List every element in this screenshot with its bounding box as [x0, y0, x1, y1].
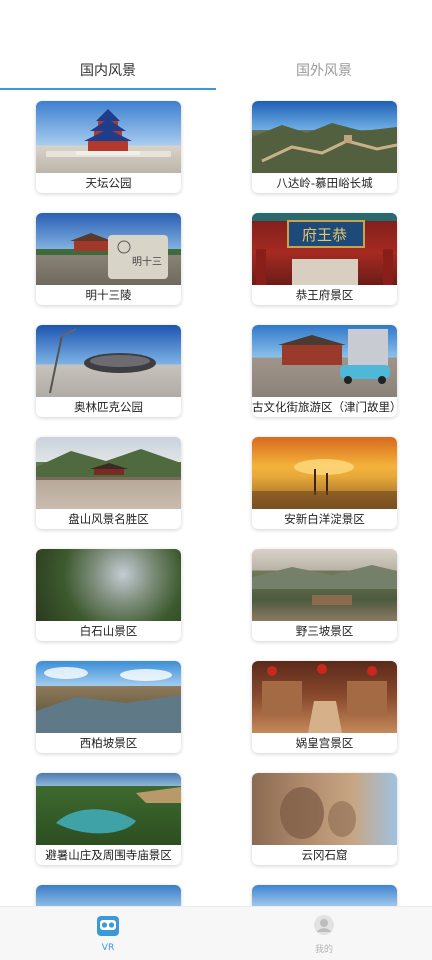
scenic-thumbnail: [36, 437, 181, 509]
scenic-thumbnail: [252, 773, 397, 845]
scenic-card-olympic-park[interactable]: 奥林匹克公园: [36, 325, 181, 417]
scenic-name: 奥林匹克公园: [74, 400, 143, 414]
scenic-thumbnail: [36, 325, 181, 397]
svg-text:明十三: 明十三: [132, 255, 162, 268]
scenic-card-xibaipo[interactable]: 西柏坡景区: [36, 661, 181, 753]
user-avatar-icon: [313, 914, 335, 940]
scenic-thumbnail: 明十三: [36, 213, 181, 285]
scenic-card-yesanpo[interactable]: 野三坡景区: [252, 549, 397, 641]
scenic-card-ming-tombs[interactable]: 明十三 明十三陵: [36, 213, 181, 305]
scenic-card-panshan[interactable]: 盘山风景名胜区: [36, 437, 181, 529]
scenic-name: 野三坡景区: [295, 624, 354, 638]
svg-text:府王恭: 府王恭: [302, 226, 347, 244]
scenic-name: 明十三陵: [85, 288, 132, 302]
scenic-card-partial-right[interactable]: [252, 885, 397, 906]
scenic-thumbnail: [252, 325, 397, 397]
scenic-card-yungang-grottoes[interactable]: 云冈石窟: [252, 773, 397, 865]
scenic-thumbnail: [36, 773, 181, 845]
scenic-card-baiyangdian[interactable]: 安新白洋淀景区: [252, 437, 397, 529]
scenic-thumbnail: [252, 437, 397, 509]
scenic-thumbnail: [36, 661, 181, 733]
scenic-name: 天坛公园: [85, 176, 132, 190]
app-screen: { "tabs": [ {"label": "国内风景", "active": …: [0, 0, 432, 960]
nav-profile[interactable]: 我的: [216, 907, 432, 960]
bottom-navigation: VR 我的: [0, 906, 432, 960]
scenic-name: 娲皇宫景区: [295, 736, 354, 750]
scenic-thumbnail: [36, 101, 181, 173]
scenic-name: 恭王府景区: [295, 288, 354, 302]
scenic-card-baishishan[interactable]: 白石山景区: [36, 549, 181, 641]
scenic-spot-grid: 天坛公园 八达岭-慕田峪长城 明十三 明十三陵 府王恭 恭王府景区 奥林匹克公园…: [0, 100, 432, 906]
nav-profile-label: 我的: [314, 944, 333, 955]
tab-domestic-scenery[interactable]: 国内风景: [0, 50, 216, 90]
category-tabs: 国内风景 国外风景: [0, 50, 432, 90]
scenic-name: 古文化街旅游区（津门故里）: [252, 400, 397, 414]
scenic-name: 云冈石窟: [301, 848, 348, 862]
nav-vr[interactable]: VR: [0, 907, 216, 960]
vr-headset-icon: [96, 915, 120, 941]
nav-vr-label: VR: [101, 943, 115, 953]
scenic-name: 西柏坡景区: [79, 736, 138, 750]
scenic-card-ancient-culture-street[interactable]: 古文化街旅游区（津门故里）: [252, 325, 397, 417]
scenic-thumbnail: 府王恭: [252, 213, 397, 285]
scenic-card-chengde-mountain-resort[interactable]: 避暑山庄及周围寺庙景区: [36, 773, 181, 865]
scenic-thumbnail: [36, 885, 181, 906]
scenic-name: 八达岭-慕田峪长城: [276, 176, 373, 190]
scenic-name: 安新白洋淀景区: [284, 512, 365, 526]
scenic-card-great-wall[interactable]: 八达岭-慕田峪长城: [252, 101, 397, 193]
scenic-thumbnail: [252, 885, 397, 906]
scenic-card-temple-of-heaven[interactable]: 天坛公园: [36, 101, 181, 193]
scenic-thumbnail: [252, 101, 397, 173]
scenic-thumbnail: [252, 549, 397, 621]
scenic-name: 白石山景区: [79, 624, 138, 638]
scenic-card-partial-left[interactable]: [36, 885, 181, 906]
scenic-card-wahuanggong[interactable]: 娲皇宫景区: [252, 661, 397, 753]
tab-foreign-label: 国外风景: [296, 63, 352, 79]
scenic-name: 避暑山庄及周围寺庙景区: [45, 848, 172, 862]
scenic-card-prince-gong-mansion[interactable]: 府王恭 恭王府景区: [252, 213, 397, 305]
tab-foreign-scenery[interactable]: 国外风景: [216, 50, 432, 90]
scenic-thumbnail: [252, 661, 397, 733]
scenic-thumbnail: [36, 549, 181, 621]
scenic-name: 盘山风景名胜区: [68, 512, 149, 526]
tab-domestic-label: 国内风景: [80, 63, 136, 79]
